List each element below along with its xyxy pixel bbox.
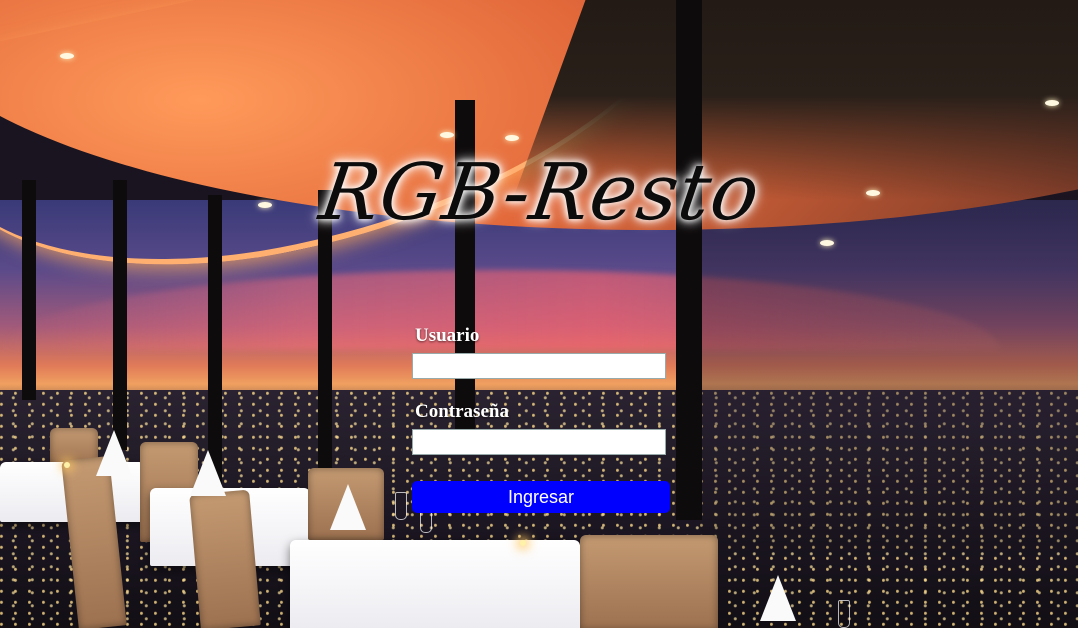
- window-frame: [113, 180, 127, 450]
- chair: [189, 489, 261, 628]
- napkin: [96, 430, 132, 476]
- window-frame: [676, 0, 702, 520]
- password-label: Contraseña: [415, 401, 509, 422]
- napkin: [190, 450, 226, 496]
- window-frame: [22, 180, 36, 400]
- napkin: [330, 484, 366, 530]
- password-field[interactable]: [412, 429, 666, 455]
- chair: [580, 535, 718, 628]
- candle: [520, 540, 526, 546]
- candle: [64, 462, 70, 468]
- wine-glass: [838, 600, 850, 628]
- dining-table: [290, 540, 580, 628]
- napkin: [760, 575, 796, 621]
- username-field[interactable]: [412, 353, 666, 379]
- window-frame: [208, 195, 222, 485]
- username-label: Usuario: [415, 325, 480, 346]
- login-button[interactable]: Ingresar: [412, 481, 670, 513]
- ceiling-spotlight: [258, 202, 272, 208]
- ceiling-spotlight: [866, 190, 880, 196]
- ceiling-spotlight: [440, 132, 454, 138]
- restaurant-background-photo: [0, 0, 1078, 628]
- ceiling-spotlight: [1045, 100, 1059, 106]
- ceiling-spotlight: [60, 53, 74, 59]
- ceiling-spotlight: [820, 240, 834, 246]
- wine-glass: [395, 492, 407, 520]
- ceiling-spotlight: [505, 135, 519, 141]
- brand-title: RGB-Resto: [314, 148, 766, 238]
